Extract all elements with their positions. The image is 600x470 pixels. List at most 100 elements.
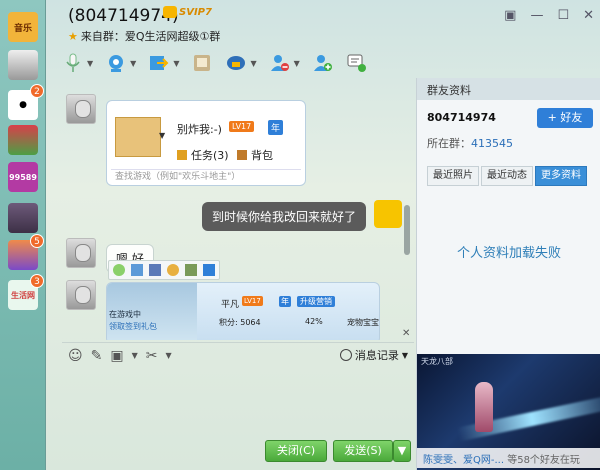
collapse-icon[interactable]: ✕ — [402, 328, 410, 339]
message-edit-icon[interactable] — [346, 52, 368, 74]
ad-caption-sub: 等58个好友在玩 — [507, 455, 580, 466]
unread-badge: 3 — [30, 274, 44, 288]
upgrade-badge[interactable]: 升级营销 — [297, 296, 335, 307]
bag-link[interactable]: 背包 — [237, 147, 273, 163]
session-item-current-chat[interactable] — [2, 45, 44, 85]
game-profile-card[interactable]: ▼ 别炸我:-) LV17 年 任务(3) 背包 查找游戏（例如"欢乐斗地主"） — [106, 100, 306, 186]
image-icon[interactable]: ▣ — [110, 348, 123, 364]
chevron-down-icon: ▼ — [401, 350, 408, 360]
score-text: 积分: 5064 — [219, 318, 261, 327]
history-button[interactable]: 消息记录 ▼ — [339, 347, 408, 363]
game-status-card[interactable]: 在游戏中 领取签到礼包 平凡 LV17 年 升级营销 积分: 5064 42% … — [106, 282, 380, 340]
group-id-link[interactable]: 413545 — [471, 137, 513, 150]
video-icon[interactable] — [105, 52, 127, 74]
panel-title: 群友资料 — [417, 78, 600, 100]
copy-icon[interactable] — [131, 264, 143, 276]
history-label: 消息记录 — [354, 349, 399, 362]
face-icon[interactable] — [167, 264, 179, 276]
chevron-down-icon[interactable]: ▼ — [130, 59, 136, 68]
app-icon[interactable] — [225, 52, 247, 74]
emoji-icon[interactable]: ☺ — [68, 348, 83, 364]
avatar — [374, 200, 402, 228]
tab-recent-photos[interactable]: 最近照片 — [427, 166, 479, 186]
ad-caption-link[interactable]: 陈雯雯、爱Q网-... — [423, 455, 504, 466]
font-edit-icon[interactable]: ✎ — [91, 348, 103, 364]
remove-member-icon[interactable] — [269, 52, 291, 74]
load-failed-message: 个人资料加载失败 — [456, 246, 561, 261]
member-group-line: 所在群：413545 — [427, 135, 513, 151]
treasure-link[interactable]: 宠物宝宝 — [347, 317, 379, 328]
from-group-text: 来自群：爱Q生活网超级①群 — [80, 30, 221, 43]
screen-icon[interactable] — [149, 264, 161, 276]
remote-desktop-icon[interactable] — [191, 52, 213, 74]
ad-character — [475, 382, 493, 432]
microphone-icon[interactable] — [62, 52, 84, 74]
chat-history[interactable]: ▼ 别炸我:-) LV17 年 任务(3) 背包 查找游戏（例如"欢乐斗地主"）… — [62, 82, 414, 340]
chevron-down-icon: ▼ — [397, 444, 407, 457]
bag-icon — [237, 150, 247, 160]
avatar — [66, 94, 96, 124]
member-info-panel: 群友资料 804714974 + 好友 所在群：413545 最近照片 最近动态… — [416, 78, 600, 470]
game-search-field[interactable]: 查找游戏（例如"欢乐斗地主"） — [111, 169, 301, 183]
session-label: 99589 — [8, 162, 38, 192]
tab-more-info[interactable]: 更多资料 — [535, 166, 587, 186]
session-item-5[interactable]: 99589 — [8, 162, 38, 192]
level-badge: LV17 — [229, 121, 255, 132]
year-badge: 年 — [279, 296, 291, 307]
session-item-music[interactable]: 音乐 — [8, 12, 38, 42]
avatar — [8, 203, 38, 233]
group-label: 所在群： — [427, 137, 471, 150]
unread-badge: 2 — [30, 84, 44, 98]
task-label: 任务(3) — [191, 149, 229, 162]
task-link[interactable]: 任务(3) — [177, 147, 229, 163]
add-friend-button[interactable]: + 好友 — [537, 108, 593, 128]
panel-tabs: 最近照片 最近动态 更多资料 — [427, 166, 587, 186]
ad-watermark: 天龙八部 — [421, 357, 453, 366]
maximize-icon[interactable]: ☐ — [557, 8, 569, 23]
session-sidebar: 音乐 ● 2 99589 5 生活网 3 — [0, 0, 46, 470]
input-toolbar: ☺ ✎ ▣ ▼ ✂ ▼ 消息记录 ▼ — [62, 342, 414, 368]
star-icon: ★ — [68, 30, 78, 43]
skin-icon[interactable]: ▣ — [504, 8, 516, 23]
chevron-down-icon[interactable]: ▼ — [173, 59, 179, 68]
level-badge: LV17 — [242, 296, 263, 306]
session-item-8[interactable]: 生活网 3 — [8, 274, 44, 310]
message-action-bar — [108, 260, 220, 280]
percent-text: 42% — [305, 317, 323, 326]
session-item-6[interactable] — [8, 203, 38, 233]
gift-link[interactable]: 领取签到礼包 — [109, 321, 157, 332]
ad-caption[interactable]: 陈雯雯、爱Q网-... 等58个好友在玩 — [417, 448, 600, 468]
emoji-icon[interactable] — [113, 264, 125, 276]
session-item-4[interactable] — [8, 125, 38, 155]
clock-icon — [339, 349, 352, 361]
chevron-down-icon[interactable]: ▼ — [294, 59, 300, 68]
send-options-button[interactable]: ▼ — [393, 440, 411, 462]
folder-icon[interactable] — [185, 264, 197, 276]
svip-label: SVIP7 — [179, 7, 212, 18]
close-button[interactable]: 关闭(C) — [265, 440, 327, 462]
add-member-icon[interactable] — [312, 52, 334, 74]
send-button[interactable]: 发送(S) — [333, 440, 393, 462]
chevron-down-icon: ▼ — [159, 131, 166, 140]
tab-recent-activity[interactable]: 最近动态 — [481, 166, 533, 186]
chevron-down-icon[interactable]: ▼ — [87, 59, 93, 68]
unread-badge: 5 — [30, 234, 44, 248]
avatar — [66, 280, 96, 310]
bag-label: 背包 — [251, 149, 273, 162]
chevron-down-icon[interactable]: ▼ — [165, 351, 171, 360]
sent-message-bubble: 到时候你给我改回来就好了 — [202, 202, 367, 231]
minimize-icon[interactable]: — — [530, 8, 543, 23]
session-item-3[interactable]: ● 2 — [8, 84, 44, 120]
from-group-line: ★ 来自群：爱Q生活网超级①群 — [68, 28, 220, 44]
scissors-icon[interactable]: ✂ — [146, 348, 158, 364]
session-item-7[interactable]: 5 — [8, 234, 44, 270]
close-icon[interactable]: ✕ — [583, 8, 594, 23]
session-label: 音乐 — [8, 12, 38, 42]
chat-scrollbar-thumb[interactable] — [404, 205, 410, 255]
chevron-down-icon[interactable]: ▼ — [132, 351, 138, 360]
avatar — [115, 117, 161, 157]
chevron-down-icon[interactable]: ▼ — [250, 59, 256, 68]
transfer-file-icon[interactable] — [148, 52, 170, 74]
pin-icon[interactable] — [203, 264, 215, 276]
avatar — [8, 125, 38, 155]
